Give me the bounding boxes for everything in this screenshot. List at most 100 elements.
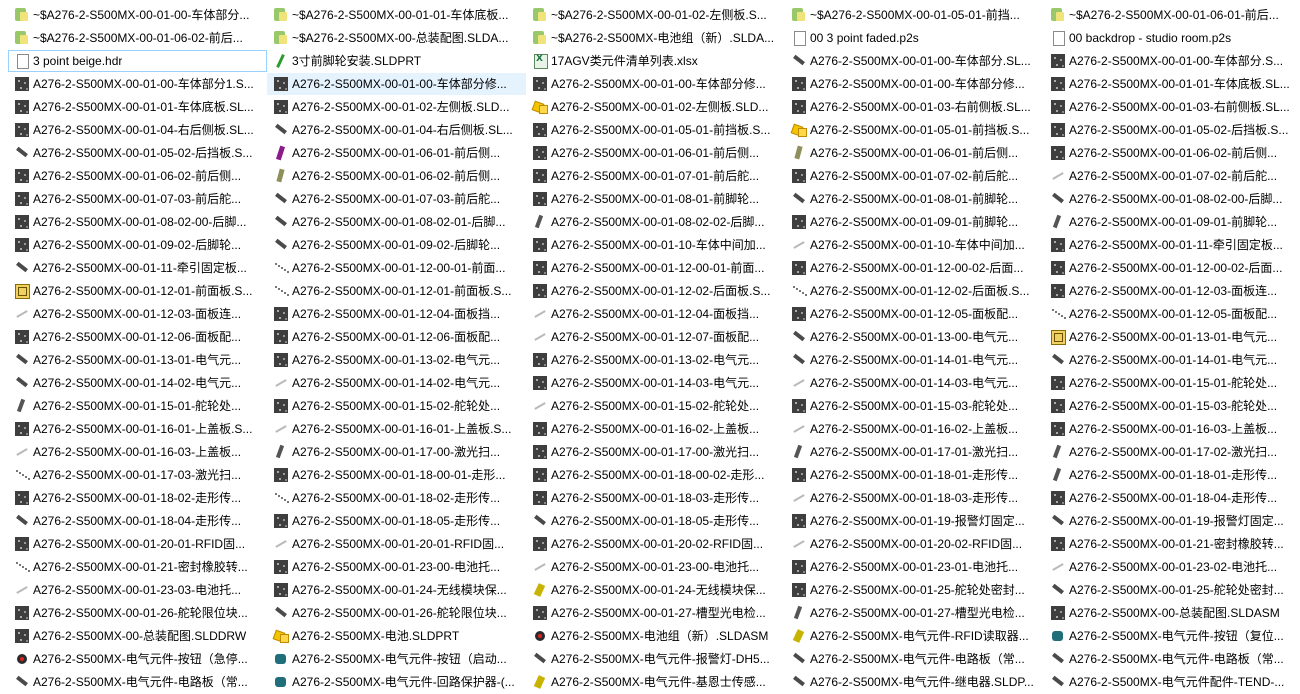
file-item[interactable]: A276-2-S500MX-00-01-16-02-上盖板... xyxy=(785,418,1044,440)
file-item[interactable]: A276-2-S500MX-00-01-19-报警灯固定... xyxy=(785,510,1044,532)
file-item[interactable]: A276-2-S500MX-00-01-12-01-前面板.S... xyxy=(267,280,526,302)
file-item[interactable]: A276-2-S500MX-00-01-23-02-电池托... xyxy=(1044,556,1300,578)
file-item[interactable]: A276-2-S500MX-00-01-06-01-前后侧... xyxy=(785,142,1044,164)
file-item[interactable]: A276-2-S500MX-00-总装配图.SLDDRW xyxy=(8,625,267,647)
file-item[interactable]: A276-2-S500MX-00-01-12-04-面板挡... xyxy=(526,303,785,325)
file-item[interactable]: A276-2-S500MX-00-01-20-01-RFID固... xyxy=(8,533,267,555)
file-item[interactable]: A276-2-S500MX-00-01-18-03-走形传... xyxy=(526,487,785,509)
file-item[interactable]: A276-2-S500MX-00-01-08-02-00-后脚... xyxy=(8,211,267,233)
file-item[interactable]: A276-2-S500MX-00-01-01-车体底板.SL... xyxy=(1044,73,1300,95)
file-item[interactable]: A276-2-S500MX-00-01-15-03-舵轮处... xyxy=(785,395,1044,417)
file-item[interactable]: A276-2-S500MX-00-01-14-03-电气元... xyxy=(526,372,785,394)
file-item[interactable]: ~$A276-2-S500MX-00-01-02-左侧板.S... xyxy=(526,4,785,26)
file-item[interactable]: A276-2-S500MX-00-01-23-00-电池托... xyxy=(267,556,526,578)
file-item[interactable]: A276-2-S500MX-00-01-23-00-电池托... xyxy=(526,556,785,578)
file-item[interactable]: A276-2-S500MX-00-01-09-01-前脚轮... xyxy=(1044,211,1300,233)
file-item[interactable]: A276-2-S500MX-00-01-07-02-前后舵... xyxy=(785,165,1044,187)
file-item[interactable]: A276-2-S500MX-00-01-12-05-面板配... xyxy=(785,303,1044,325)
file-item[interactable]: A276-2-S500MX-00-01-25-舵轮处密封... xyxy=(785,579,1044,601)
file-item[interactable]: A276-2-S500MX-电气元件-继电器.SLDP... xyxy=(785,671,1044,693)
file-item[interactable]: A276-2-S500MX-00-01-00-车体部分修... xyxy=(267,73,526,95)
file-item[interactable]: A276-2-S500MX-00-01-18-01-走形传... xyxy=(1044,464,1300,486)
file-item[interactable]: A276-2-S500MX-00-01-06-02-前后侧... xyxy=(8,165,267,187)
file-item[interactable]: A276-2-S500MX-00-01-00-车体部分.S... xyxy=(1044,50,1300,72)
file-item[interactable]: A276-2-S500MX-00-01-01-车体底板.SL... xyxy=(8,96,267,118)
file-item[interactable]: A276-2-S500MX-00-01-17-00-激光扫... xyxy=(267,441,526,463)
file-item[interactable]: A276-2-S500MX-00-01-23-01-电池托... xyxy=(785,556,1044,578)
file-item[interactable]: 3寸前脚轮安装.SLDPRT xyxy=(267,50,526,72)
file-item[interactable]: A276-2-S500MX-00-01-24-无线模块保... xyxy=(267,579,526,601)
file-item[interactable]: A276-2-S500MX-00-01-18-03-走形传... xyxy=(785,487,1044,509)
file-item[interactable]: A276-2-S500MX-00-01-12-01-前面板.S... xyxy=(8,280,267,302)
file-item[interactable]: A276-2-S500MX-00-01-11-牵引固定板... xyxy=(8,257,267,279)
file-item[interactable]: A276-2-S500MX-00-01-12-05-面板配... xyxy=(1044,303,1300,325)
file-item[interactable]: A276-2-S500MX-00-01-11-牵引固定板... xyxy=(1044,234,1300,256)
file-item[interactable]: A276-2-S500MX-电气元件-按钮（启动... xyxy=(267,648,526,670)
file-item[interactable]: A276-2-S500MX-00-01-19-报警灯固定... xyxy=(1044,510,1300,532)
file-item[interactable]: A276-2-S500MX-00-01-12-00-02-后面... xyxy=(1044,257,1300,279)
file-item[interactable]: A276-2-S500MX-00-01-18-04-走形传... xyxy=(1044,487,1300,509)
file-item[interactable]: A276-2-S500MX-00-01-18-00-01-走形... xyxy=(267,464,526,486)
file-item[interactable]: A276-2-S500MX-00-01-16-01-上盖板.S... xyxy=(8,418,267,440)
file-item[interactable]: A276-2-S500MX-00-01-16-03-上盖板... xyxy=(8,441,267,463)
file-item[interactable]: A276-2-S500MX-电气元件-电路板（常... xyxy=(8,671,267,693)
file-item[interactable]: A276-2-S500MX-00-01-26-舵轮限位块... xyxy=(8,602,267,624)
file-item[interactable]: A276-2-S500MX-00-01-12-02-后面板.S... xyxy=(526,280,785,302)
file-item[interactable]: A276-2-S500MX-00-01-14-01-电气元... xyxy=(1044,349,1300,371)
file-item[interactable]: A276-2-S500MX-00-01-05-02-后挡板.S... xyxy=(8,142,267,164)
file-item[interactable]: A276-2-S500MX-00-01-14-02-电气元... xyxy=(267,372,526,394)
file-item[interactable]: ~$A276-2-S500MX-00-01-05-01-前挡... xyxy=(785,4,1044,26)
file-item[interactable]: A276-2-S500MX-00-01-13-01-电气元... xyxy=(1044,326,1300,348)
file-item[interactable]: A276-2-S500MX-电气元件-按钮（急停... xyxy=(8,648,267,670)
file-item[interactable]: A276-2-S500MX-电气元件-回路保护器-(... xyxy=(267,671,526,693)
file-item[interactable]: A276-2-S500MX-00-01-18-05-走形传... xyxy=(267,510,526,532)
file-item[interactable]: A276-2-S500MX-00-01-14-01-电气元... xyxy=(785,349,1044,371)
file-item[interactable]: A276-2-S500MX-00-01-06-02-前后侧... xyxy=(267,165,526,187)
file-item[interactable]: A276-2-S500MX-00-01-13-02-电气元... xyxy=(267,349,526,371)
file-item[interactable]: A276-2-S500MX-电气元件配件-TEND-... xyxy=(1044,671,1300,693)
file-item[interactable]: A276-2-S500MX-00-01-26-舵轮限位块... xyxy=(267,602,526,624)
file-item[interactable]: A276-2-S500MX-00-01-05-02-后挡板.S... xyxy=(1044,119,1300,141)
file-item[interactable]: ~$A276-2-S500MX-00-01-06-01-前后... xyxy=(1044,4,1300,26)
file-item[interactable]: A276-2-S500MX-00-01-05-01-前挡板.S... xyxy=(526,119,785,141)
file-item[interactable]: A276-2-S500MX-00-01-10-车体中间加... xyxy=(785,234,1044,256)
file-item[interactable]: A276-2-S500MX-00-01-02-左侧板.SLD... xyxy=(526,96,785,118)
file-item[interactable]: A276-2-S500MX-00-01-02-左侧板.SLD... xyxy=(267,96,526,118)
file-item[interactable]: A276-2-S500MX-00-01-21-密封橡胶转... xyxy=(8,556,267,578)
file-item[interactable]: A276-2-S500MX-00-01-27-槽型光电检... xyxy=(526,602,785,624)
file-item[interactable]: A276-2-S500MX-00-01-14-03-电气元... xyxy=(785,372,1044,394)
file-item[interactable]: A276-2-S500MX-00-01-12-03-面板连... xyxy=(8,303,267,325)
file-item[interactable]: ~$A276-2-S500MX-电池组（新）.SLDA... xyxy=(526,27,785,49)
file-item[interactable]: A276-2-S500MX-00-01-00-车体部分修... xyxy=(785,73,1044,95)
file-item[interactable]: A276-2-S500MX-00-01-12-04-面板挡... xyxy=(267,303,526,325)
file-item[interactable]: A276-2-S500MX-00-01-17-01-激光扫... xyxy=(785,441,1044,463)
file-item[interactable]: A276-2-S500MX-电气元件-电路板（常... xyxy=(1044,648,1300,670)
file-item[interactable]: A276-2-S500MX-00-01-06-01-前后侧... xyxy=(267,142,526,164)
file-item[interactable]: A276-2-S500MX-电气元件-电路板（常... xyxy=(785,648,1044,670)
file-item[interactable]: A276-2-S500MX-00-01-17-00-激光扫... xyxy=(526,441,785,463)
file-item[interactable]: A276-2-S500MX-00-01-12-07-面板配... xyxy=(526,326,785,348)
file-item[interactable]: A276-2-S500MX-00-01-06-01-前后侧... xyxy=(526,142,785,164)
file-item[interactable]: ~$A276-2-S500MX-00-01-01-车体底板... xyxy=(267,4,526,26)
file-item[interactable]: A276-2-S500MX-00-01-24-无线模块保... xyxy=(526,579,785,601)
file-item[interactable]: A276-2-S500MX-00-01-18-02-走形传... xyxy=(267,487,526,509)
file-item[interactable]: A276-2-S500MX-电池组（新）.SLDASM xyxy=(526,625,785,647)
file-item[interactable]: ~$A276-2-S500MX-00-01-06-02-前后... xyxy=(8,27,267,49)
file-item[interactable]: ~$A276-2-S500MX-00-01-00-车体部分... xyxy=(8,4,267,26)
file-item[interactable]: A276-2-S500MX-00-01-15-01-舵轮处... xyxy=(1044,372,1300,394)
file-item[interactable]: A276-2-S500MX-00-01-15-02-舵轮处... xyxy=(267,395,526,417)
file-item[interactable]: A276-2-S500MX-电气元件-按钮（复位... xyxy=(1044,625,1300,647)
file-item[interactable]: A276-2-S500MX-00-01-12-02-后面板.S... xyxy=(785,280,1044,302)
file-item[interactable]: A276-2-S500MX-00-01-08-01-前脚轮... xyxy=(785,188,1044,210)
file-item[interactable]: A276-2-S500MX-00-01-15-01-舵轮处... xyxy=(8,395,267,417)
file-item[interactable]: 00 3 point faded.p2s xyxy=(785,27,1044,49)
file-item[interactable]: A276-2-S500MX-00-01-20-01-RFID固... xyxy=(267,533,526,555)
file-item[interactable]: A276-2-S500MX-00-01-16-02-上盖板... xyxy=(526,418,785,440)
file-item[interactable]: A276-2-S500MX-00-01-13-02-电气元... xyxy=(526,349,785,371)
file-item[interactable]: A276-2-S500MX-00-01-12-06-面板配... xyxy=(8,326,267,348)
file-item[interactable]: 00 backdrop - studio room.p2s xyxy=(1044,27,1300,49)
file-item[interactable]: A276-2-S500MX-00-01-06-02-前后侧... xyxy=(1044,142,1300,164)
file-item[interactable]: A276-2-S500MX-00-01-20-02-RFID固... xyxy=(785,533,1044,555)
file-item[interactable]: A276-2-S500MX-00-01-08-01-前脚轮... xyxy=(526,188,785,210)
file-item[interactable]: A276-2-S500MX-00-01-27-槽型光电检... xyxy=(785,602,1044,624)
